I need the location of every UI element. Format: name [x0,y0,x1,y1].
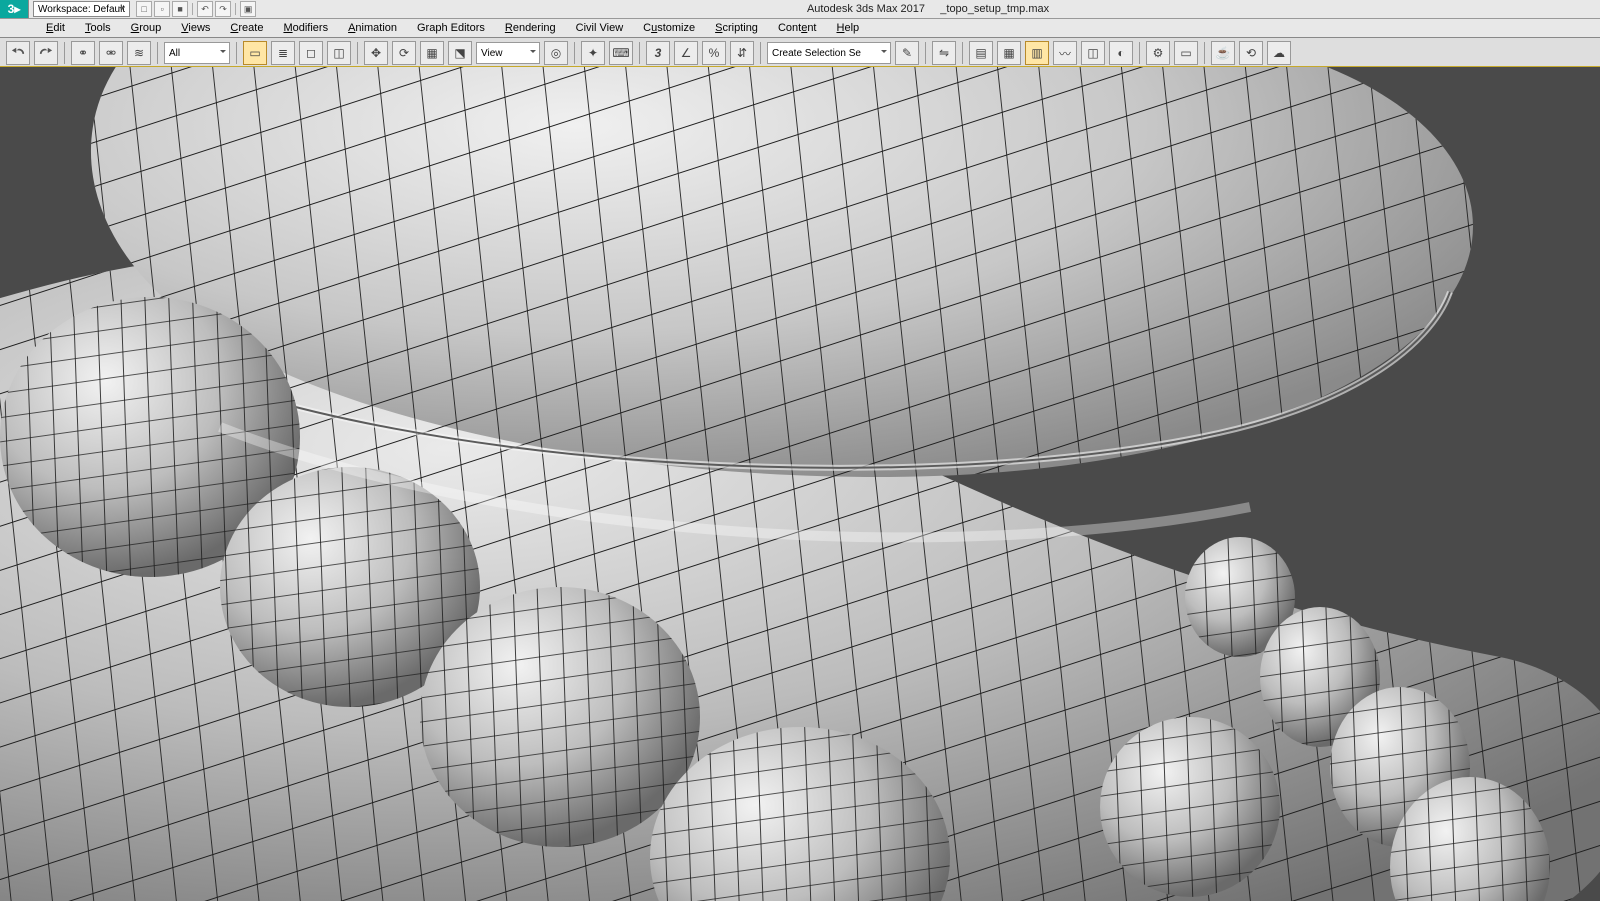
named-selection-label: Create Selection Se [772,48,861,59]
edit-named-selections-icon[interactable]: ✎ [895,41,919,65]
named-selection-sets-dropdown[interactable]: Create Selection Se [767,42,891,64]
menu-create[interactable]: Create [220,21,273,35]
save-file-icon[interactable]: ■ [172,1,188,17]
ref-coord-label: View [481,48,503,59]
render-in-cloud-icon[interactable]: ☁ [1267,41,1291,65]
menu-animation[interactable]: Animation [338,21,407,35]
select-manipulate-icon[interactable]: ✦ [581,41,605,65]
menu-rendering[interactable]: Rendering [495,21,566,35]
menu-customize[interactable]: Customize [633,21,705,35]
rendered-frame-window-icon[interactable]: ▭ [1174,41,1198,65]
window-title: Autodesk 3ds Max 2017 _topo_setup_tmp.ma… [256,3,1600,15]
window-crossing-icon[interactable]: ◫ [327,41,351,65]
bind-space-warp-icon[interactable]: ≋ [127,41,151,65]
menu-views[interactable]: Views [171,21,220,35]
menu-bar: Edit Tools Group Views Create Modifiers … [0,19,1600,38]
toolbar-separator [760,42,761,64]
angle-snap-icon[interactable]: ∠ [674,41,698,65]
mirror-icon[interactable]: ⇋ [932,41,956,65]
ref-coord-system-dropdown[interactable]: View [476,42,540,64]
material-editor-icon[interactable]: ◐ [1109,41,1133,65]
toggle-ribbon-icon[interactable]: ▥ [1025,41,1049,65]
layer-explorer-icon[interactable]: ▦ [997,41,1021,65]
main-toolbar: ⚭ ⚮ ≋ All ▭ ≣ ◻ ◫ ✥ ⟳ ▦ ⬔ View ◎ ✦ ⌨ 3 ∠… [0,38,1600,69]
document-name: _topo_setup_tmp.max [940,3,1049,15]
rectangular-region-icon[interactable]: ◻ [299,41,323,65]
toolbar-separator [639,42,640,64]
selection-filter-label: All [169,48,180,59]
undo-button[interactable] [6,41,30,65]
toolbar-separator [1204,42,1205,64]
toolbar-separator [574,42,575,64]
quick-access-toolbar: □ ▫ ■ ↶ ↷ ▣ [136,1,256,17]
toolbar-separator [1139,42,1140,64]
render-production-icon[interactable]: ☕ [1211,41,1235,65]
workspace-dropdown[interactable]: Workspace: Default [33,1,130,17]
qat-separator [235,3,236,15]
project-folder-icon[interactable]: ▣ [240,1,256,17]
selection-filter-dropdown[interactable]: All [164,42,230,64]
open-file-icon[interactable]: ▫ [154,1,170,17]
toolbar-separator [236,42,237,64]
select-by-name-icon[interactable]: ≣ [271,41,295,65]
snaps-toggle-icon[interactable]: 3 [646,41,670,65]
undo-icon[interactable]: ↶ [197,1,213,17]
toolbar-separator [157,42,158,64]
schematic-view-icon[interactable]: ◫ [1081,41,1105,65]
percent-snap-icon[interactable]: % [702,41,726,65]
menu-tools[interactable]: Tools [75,21,121,35]
app-name: Autodesk 3ds Max 2017 [807,3,925,15]
redo-icon[interactable]: ↷ [215,1,231,17]
select-scale-icon[interactable]: ▦ [420,41,444,65]
viewport-canvas[interactable] [0,67,1600,901]
title-bar: 3▸ Workspace: Default □ ▫ ■ ↶ ↷ ▣ Autode… [0,0,1600,19]
unlink-icon[interactable]: ⚮ [99,41,123,65]
menu-scripting[interactable]: Scripting [705,21,768,35]
align-icon[interactable]: ▤ [969,41,993,65]
menu-modifiers[interactable]: Modifiers [273,21,338,35]
toolbar-separator [962,42,963,64]
menu-help[interactable]: Help [827,21,870,35]
spinner-snap-icon[interactable]: ⇵ [730,41,754,65]
menu-group[interactable]: Group [121,21,172,35]
render-setup-icon[interactable]: ⚙ [1146,41,1170,65]
workspace-label: Workspace: Default [38,4,125,15]
qat-separator [192,3,193,15]
app-logo[interactable]: 3▸ [0,0,29,18]
use-pivot-center-icon[interactable]: ◎ [544,41,568,65]
curve-editor-icon[interactable]: 〰 [1053,41,1077,65]
select-move-icon[interactable]: ✥ [364,41,388,65]
toolbar-separator [64,42,65,64]
link-icon[interactable]: ⚭ [71,41,95,65]
render-iterative-icon[interactable]: ⟲ [1239,41,1263,65]
menu-content[interactable]: Content [768,21,827,35]
keyboard-shortcut-override-icon[interactable]: ⌨ [609,41,633,65]
redo-button[interactable] [34,41,58,65]
select-place-icon[interactable]: ⬔ [448,41,472,65]
select-object-icon[interactable]: ▭ [243,41,267,65]
toolbar-separator [925,42,926,64]
new-file-icon[interactable]: □ [136,1,152,17]
menu-civil-view[interactable]: Civil View [566,21,633,35]
menu-graph-editors[interactable]: Graph Editors [407,21,495,35]
menu-edit[interactable]: Edit [36,21,75,35]
active-viewport[interactable]: [ + ] [ PhysCamera001 ] [ Performance ] … [0,66,1600,900]
toolbar-separator [357,42,358,64]
select-rotate-icon[interactable]: ⟳ [392,41,416,65]
